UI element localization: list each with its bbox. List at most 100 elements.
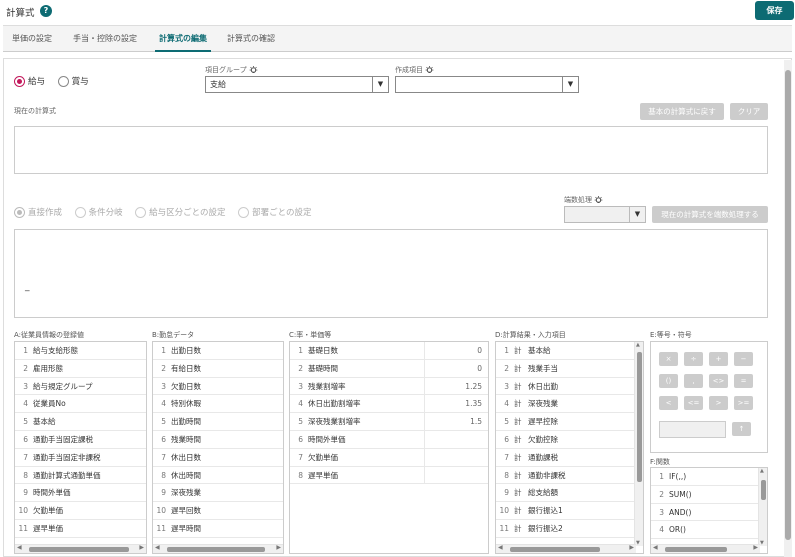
item-group-select[interactable]: 支給 ▼: [205, 76, 389, 93]
list-item[interactable]: 6 残業時間: [153, 431, 283, 449]
reset-formula-button[interactable]: 基本の計算式に戻す: [640, 103, 724, 120]
list-item[interactable]: 3 欠勤日数: [153, 378, 283, 396]
list-b-hscroll[interactable]: ◀ ▶: [153, 544, 283, 553]
list-item[interactable]: 5 基本給: [15, 413, 146, 431]
list-item[interactable]: 4 従業員No: [15, 395, 146, 414]
list-item[interactable]: 8 休出時間: [153, 467, 283, 485]
list-item[interactable]: 2 基礎時間 0: [290, 359, 488, 378]
radio-department[interactable]: [238, 206, 250, 218]
list-item[interactable]: 7 欠勤単価: [290, 448, 488, 467]
list-item[interactable]: 1 IF(,,): [651, 468, 767, 486]
tab-allowance-deduction[interactable]: 手当・控除の設定: [73, 26, 137, 52]
list-item[interactable]: 11 遅早時間: [153, 520, 283, 538]
list-item[interactable]: 5 深夜残業割増率 1.5: [290, 413, 488, 431]
list-item[interactable]: 6 時間外単価: [290, 430, 488, 449]
arrow-up-icon[interactable]: ↑: [732, 422, 751, 436]
item-number: 1: [659, 472, 664, 481]
list-item[interactable]: 8 計通勤非課税: [496, 467, 643, 485]
operator-button[interactable]: (): [659, 374, 678, 388]
list-item[interactable]: 11 計銀行振込2: [496, 520, 643, 538]
list-item[interactable]: 8 通勤計算式通勤単価: [15, 467, 146, 485]
operator-button[interactable]: >: [709, 396, 728, 410]
list-item[interactable]: 5 計遅早控除: [496, 413, 643, 431]
operator-button[interactable]: +: [709, 352, 728, 366]
list-item[interactable]: 7 休出日数: [153, 449, 283, 467]
operator-button[interactable]: ×: [659, 352, 678, 366]
list-item[interactable]: 7 計通勤課税: [496, 449, 643, 467]
item-number: 8: [504, 470, 509, 480]
list-d-vscroll[interactable]: ▲ ▼: [634, 342, 643, 546]
list-item[interactable]: 11 遅早単価: [15, 520, 146, 538]
list-item[interactable]: 7 通勤手当固定非課税: [15, 449, 146, 467]
chevron-right-icon: ▶: [139, 544, 144, 551]
radio-salary[interactable]: [14, 75, 25, 87]
list-item[interactable]: 1 給与支給形態: [15, 342, 146, 360]
list-item[interactable]: 4 計深夜残業: [496, 395, 643, 414]
page-scrollbar-thumb[interactable]: [785, 70, 791, 540]
list-item[interactable]: 2 有給日数: [153, 360, 283, 378]
tab-formula-edit[interactable]: 計算式の編集: [155, 26, 211, 52]
list-item[interactable]: 3 給与規定グループ: [15, 378, 146, 396]
list-item[interactable]: 1 基礎日数 0: [290, 342, 488, 360]
lightbulb-icon[interactable]: [249, 65, 258, 75]
radio-direct[interactable]: [14, 206, 25, 218]
list-item[interactable]: 2 SUM(): [651, 486, 767, 504]
help-icon[interactable]: ?: [40, 5, 52, 17]
list-item[interactable]: 4 OR(): [651, 521, 767, 540]
list-f-hscroll[interactable]: ◀ ▶: [651, 544, 760, 553]
item-number: 7: [161, 452, 166, 462]
list-item[interactable]: 2 雇用形態: [15, 360, 146, 378]
operator-button[interactable]: ,: [684, 374, 703, 388]
list-item[interactable]: 1 出勤日数: [153, 342, 283, 360]
tab-formula-confirm[interactable]: 計算式の確認: [227, 26, 275, 52]
item-kind: 計: [514, 523, 522, 533]
list-item[interactable]: 4 特別休暇: [153, 395, 283, 414]
chevron-left-icon: ◀: [498, 544, 503, 551]
list-item[interactable]: 9 計総支給額: [496, 484, 643, 503]
list-item[interactable]: 6 通勤手当固定課税: [15, 431, 146, 449]
item-value: 1.25: [465, 381, 482, 391]
lightbulb-icon[interactable]: [594, 195, 603, 205]
operator-text-input[interactable]: [659, 421, 726, 438]
list-item[interactable]: 8 遅早単価: [290, 466, 488, 485]
list-item[interactable]: 6 計欠勤控除: [496, 431, 643, 449]
operator-button[interactable]: =: [734, 374, 753, 388]
list-item[interactable]: 9 深夜残業: [153, 484, 283, 503]
clear-button[interactable]: クリア: [730, 103, 768, 120]
item-label: 残業手当: [528, 363, 558, 373]
list-d-hscroll[interactable]: ◀ ▶: [496, 544, 636, 553]
create-item-select[interactable]: ▼: [395, 76, 579, 93]
list-item[interactable]: 5 出勤時間: [153, 413, 283, 431]
list-item[interactable]: 10 遅早回数: [153, 502, 283, 520]
item-number: 9: [23, 488, 28, 498]
operator-button[interactable]: −: [734, 352, 753, 366]
save-button[interactable]: 保存: [755, 1, 794, 20]
operator-button[interactable]: <>: [709, 374, 728, 388]
tab-unit-price[interactable]: 単価の設定: [12, 26, 52, 52]
operator-button[interactable]: >=: [734, 396, 753, 410]
list-item[interactable]: 3 残業割増率 1.25: [290, 377, 488, 396]
list-employee-info: 1 給与支給形態 2 雇用形態 3 給与規定グループ 4 従業員No 5 基本給 6 通勤手当固定課税…: [14, 341, 147, 554]
formula-editor[interactable]: _: [14, 229, 768, 318]
list-item[interactable]: 4 休日出勤割増率 1.35: [290, 395, 488, 414]
list-item[interactable]: 9 時間外単価: [15, 484, 146, 503]
item-number: 2: [23, 363, 28, 373]
list-item[interactable]: 10 計銀行振込1: [496, 502, 643, 520]
column-divider: [424, 466, 425, 484]
rounding-select[interactable]: ▼: [564, 206, 646, 223]
list-item[interactable]: 1 計基本給: [496, 342, 643, 360]
list-item[interactable]: 3 計休日出勤: [496, 378, 643, 396]
list-f-vscroll[interactable]: ▲ ▼: [758, 468, 767, 546]
list-item[interactable]: 2 計残業手当: [496, 360, 643, 378]
list-item[interactable]: 10 欠勤単価: [15, 502, 146, 520]
radio-bonus[interactable]: [57, 75, 69, 87]
radio-salary-class[interactable]: [135, 206, 147, 218]
apply-rounding-button[interactable]: 現在の計算式を端数処理する: [652, 206, 768, 223]
operator-button[interactable]: ÷: [684, 352, 703, 366]
list-a-hscroll[interactable]: ◀ ▶: [15, 544, 146, 553]
operator-button[interactable]: <: [659, 396, 678, 410]
operator-button[interactable]: <=: [684, 396, 703, 410]
radio-condition[interactable]: [74, 206, 86, 218]
lightbulb-icon[interactable]: [425, 65, 434, 75]
list-item[interactable]: 3 AND(): [651, 504, 767, 522]
